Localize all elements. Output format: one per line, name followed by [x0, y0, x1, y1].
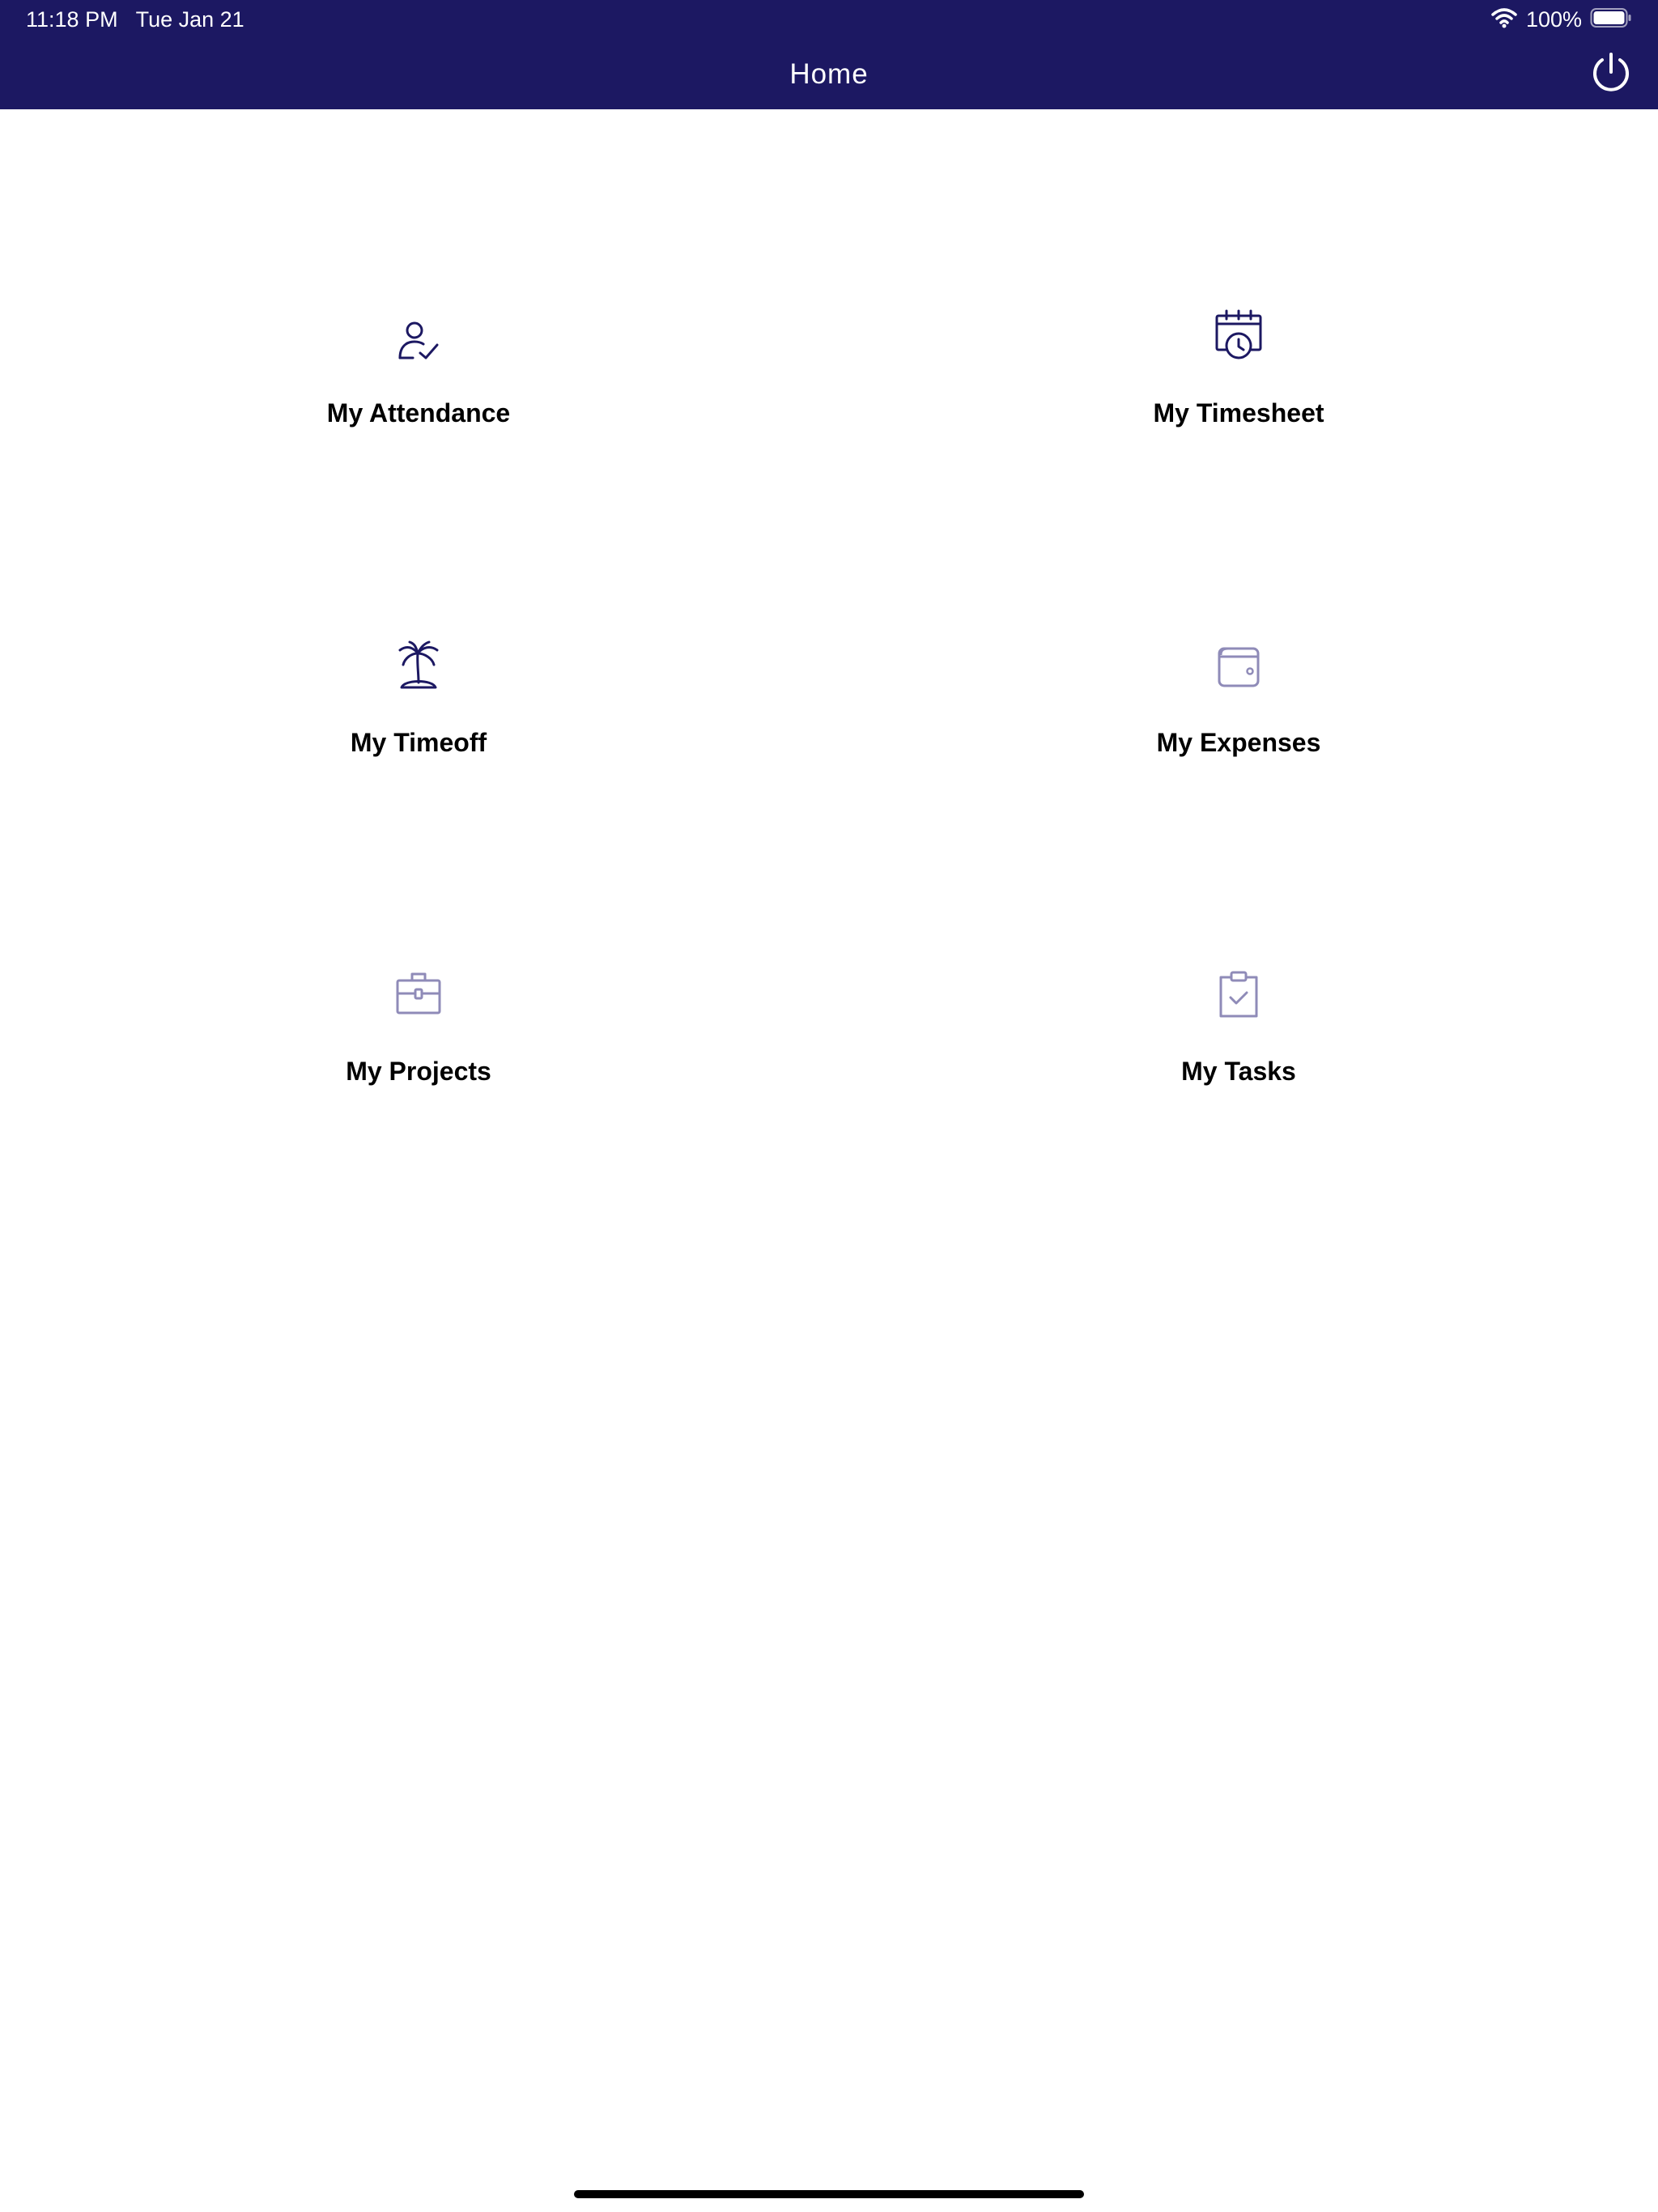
tile-my-attendance[interactable]: My Attendance — [176, 308, 661, 518]
tile-label: My Projects — [346, 1057, 491, 1086]
battery-icon — [1590, 7, 1632, 32]
power-button[interactable] — [1587, 50, 1635, 99]
timeoff-icon — [390, 637, 447, 694]
top-bar: 11:18 PM Tue Jan 21 100% Home — [0, 0, 1658, 109]
power-icon — [1588, 50, 1634, 100]
tile-my-tasks[interactable]: My Tasks — [996, 966, 1482, 1176]
tile-my-projects[interactable]: My Projects — [176, 966, 661, 1176]
battery-percent: 100% — [1525, 7, 1582, 32]
wifi-icon — [1490, 6, 1518, 33]
tile-my-expenses[interactable]: My Expenses — [996, 637, 1482, 848]
attendance-icon — [390, 308, 447, 364]
projects-icon — [390, 966, 447, 1023]
tile-label: My Attendance — [326, 398, 511, 428]
tile-label: My Timesheet — [1153, 398, 1324, 428]
timesheet-icon — [1210, 308, 1267, 364]
tile-label: My Timeoff — [350, 728, 487, 757]
tasks-icon — [1210, 966, 1267, 1023]
status-time-date: 11:18 PM Tue Jan 21 — [26, 7, 244, 32]
tile-label: My Expenses — [1156, 728, 1321, 757]
tile-label: My Tasks — [1181, 1057, 1296, 1086]
tile-my-timesheet[interactable]: My Timesheet — [996, 308, 1482, 518]
page-title: Home — [789, 58, 869, 90]
expenses-icon — [1210, 637, 1267, 694]
status-indicators: 100% — [1490, 5, 1632, 34]
tile-my-timeoff[interactable]: My Timeoff — [176, 637, 661, 848]
home-indicator[interactable] — [574, 2190, 1084, 2198]
home-screen: 11:18 PM Tue Jan 21 100% Home My Attenda… — [0, 0, 1658, 2212]
